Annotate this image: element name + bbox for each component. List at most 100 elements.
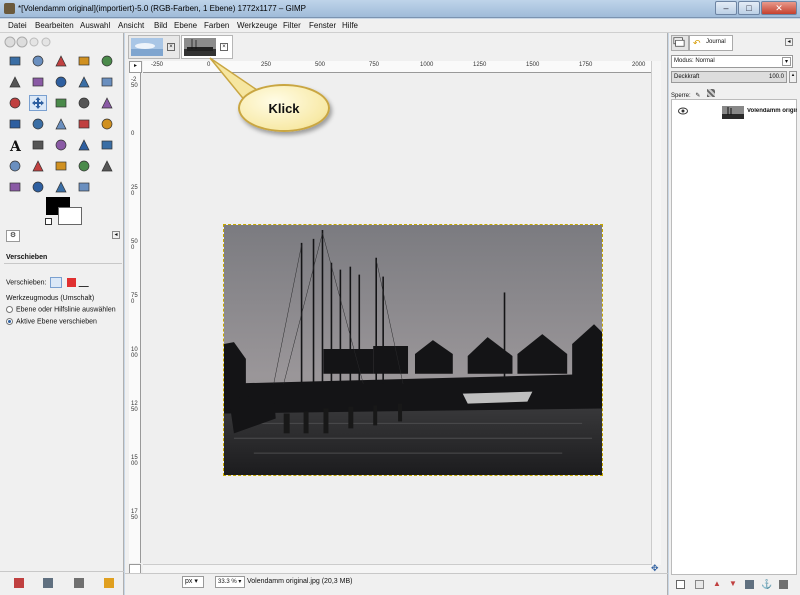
eye-icon[interactable]	[678, 107, 688, 115]
color-picker-icon[interactable]	[75, 74, 93, 90]
maximize-button[interactable]: □	[738, 1, 760, 15]
svg-text:A: A	[9, 139, 22, 152]
foreground-select-icon[interactable]	[29, 74, 47, 90]
menu-ansicht[interactable]: Ansicht	[118, 21, 144, 30]
window-title: *[Volendamm original](importiert)-5.0 (R…	[18, 4, 306, 13]
new-layer-icon[interactable]	[676, 580, 685, 589]
perspective-clone-icon[interactable]	[6, 179, 24, 195]
pencil-icon[interactable]	[75, 137, 93, 153]
minimize-button[interactable]: –	[715, 1, 737, 15]
menu-fenster[interactable]: Fenster	[309, 21, 336, 30]
cage-icon[interactable]	[98, 116, 116, 132]
lock-pixels-icon[interactable]: ✎	[695, 92, 702, 99]
move-selection-icon[interactable]	[67, 278, 77, 287]
move-icon[interactable]	[29, 95, 47, 111]
layer-name[interactable]: Volendamm original	[747, 108, 797, 114]
scissors-icon[interactable]	[6, 74, 24, 90]
delete-layer-icon[interactable]	[779, 580, 788, 589]
airbrush-icon[interactable]	[29, 158, 47, 174]
zoom-select[interactable]: 33.3 % ▾	[215, 576, 245, 588]
paintbrush-icon[interactable]	[98, 137, 116, 153]
measure-icon[interactable]	[6, 95, 24, 111]
close-button[interactable]: ✕	[761, 1, 797, 15]
perspective-icon[interactable]	[52, 116, 70, 132]
restore-options-icon[interactable]	[43, 578, 53, 588]
zoom-icon[interactable]	[98, 74, 116, 90]
radio-pick-layer[interactable]	[6, 306, 13, 313]
move-path-icon[interactable]	[78, 278, 94, 287]
menu-ebene[interactable]: Ebene	[174, 21, 197, 30]
tool-mode-label: Werkzeugmodus (Umschalt)	[6, 295, 95, 302]
paths-icon[interactable]	[52, 74, 70, 90]
eraser-icon[interactable]	[6, 158, 24, 174]
unit-select[interactable]: px ▾	[182, 576, 204, 588]
opacity-spin[interactable]: ▴	[789, 71, 797, 83]
menu-filter[interactable]: Filter	[283, 21, 301, 30]
lock-row: Sperre: ✎	[671, 89, 716, 99]
color-select-icon[interactable]	[98, 53, 116, 69]
callout-text: Klick	[268, 100, 300, 116]
close-tab-icon[interactable]: ×	[220, 43, 228, 51]
dodge-burn-icon[interactable]	[75, 179, 93, 195]
close-tab-icon[interactable]: ×	[167, 43, 175, 51]
menu-hilfe[interactable]: Hilfe	[342, 21, 358, 30]
move-layer-icon[interactable]	[50, 277, 63, 288]
ruler-tick: -250	[131, 77, 138, 89]
blur-icon[interactable]	[29, 179, 47, 195]
canvas-area[interactable]	[142, 74, 650, 563]
anchor-layer-icon[interactable]: ⚓	[761, 580, 772, 589]
rect-select-icon[interactable]	[6, 53, 24, 69]
duplicate-layer-icon[interactable]	[745, 580, 754, 589]
panel-menu-icon[interactable]: ◂	[785, 38, 793, 46]
lock-alpha-icon[interactable]	[707, 89, 716, 97]
layer-row[interactable]: Volendamm original	[672, 102, 797, 122]
sky-image-tab[interactable]: ×	[128, 35, 180, 59]
raise-layer-icon[interactable]: ▲	[713, 580, 722, 589]
rotate-icon[interactable]	[98, 95, 116, 111]
heal-icon[interactable]	[98, 158, 116, 174]
tool-options-tab[interactable]: ⚙	[6, 230, 20, 242]
ellipse-select-icon[interactable]	[29, 53, 47, 69]
bucket-fill-icon[interactable]	[29, 137, 47, 153]
ruler-corner[interactable]: ▸	[129, 61, 142, 73]
menu-werkzeuge[interactable]: Werkzeuge	[237, 21, 277, 30]
option-pick-layer[interactable]: Ebene oder Hilfslinie auswählen	[6, 306, 116, 313]
scale-icon[interactable]	[6, 116, 24, 132]
background-color-swatch[interactable]	[58, 207, 82, 225]
volendamm-photo[interactable]	[223, 224, 603, 476]
opacity-slider[interactable]: Deckkraft 100.0	[671, 71, 787, 83]
layers-tab[interactable]	[671, 35, 689, 51]
free-select-icon[interactable]	[52, 53, 70, 69]
vertical-ruler[interactable]: -250 0 250 500 750 1000 1250 1500 1750	[129, 73, 141, 563]
lower-layer-icon[interactable]: ▼	[729, 580, 738, 589]
menu-farben[interactable]: Farben	[204, 21, 229, 30]
journal-tab[interactable]: ↶ Journal	[689, 35, 733, 51]
panel-menu-icon[interactable]: ◂	[112, 231, 120, 239]
new-layer-group-icon[interactable]	[695, 580, 704, 589]
layer-mode-select[interactable]: Modus: Normal ▾	[671, 55, 793, 68]
save-options-icon[interactable]	[14, 578, 24, 588]
reset-colors-icon[interactable]	[45, 218, 52, 225]
file-info: Volendamm original.jpg (20,3 MB)	[247, 578, 353, 585]
menu-bearbeiten[interactable]: Bearbeiten	[35, 21, 74, 30]
option-move-active-layer[interactable]: Aktive Ebene verschieben	[6, 318, 97, 325]
smudge-icon[interactable]	[52, 179, 70, 195]
reset-options-icon[interactable]	[104, 578, 114, 588]
vertical-scrollbar[interactable]	[651, 61, 661, 565]
menu-bild[interactable]: Bild	[154, 21, 167, 30]
align-icon[interactable]	[52, 95, 70, 111]
shear-icon[interactable]	[29, 116, 47, 132]
menubar: Datei Bearbeiten Auswahl Ansicht Bild Eb…	[0, 19, 800, 33]
clone-icon[interactable]	[75, 158, 93, 174]
text-icon[interactable]: A	[6, 137, 24, 153]
ruler-tick: 1500	[131, 455, 138, 467]
menu-datei[interactable]: Datei	[8, 21, 27, 30]
delete-options-icon[interactable]	[74, 578, 84, 588]
fuzzy-select-icon[interactable]	[75, 53, 93, 69]
flip-icon[interactable]	[75, 116, 93, 132]
radio-move-active-layer[interactable]	[6, 318, 13, 325]
blend-icon[interactable]	[52, 137, 70, 153]
ink-icon[interactable]	[52, 158, 70, 174]
menu-auswahl[interactable]: Auswahl	[80, 21, 110, 30]
crop-icon[interactable]	[75, 95, 93, 111]
